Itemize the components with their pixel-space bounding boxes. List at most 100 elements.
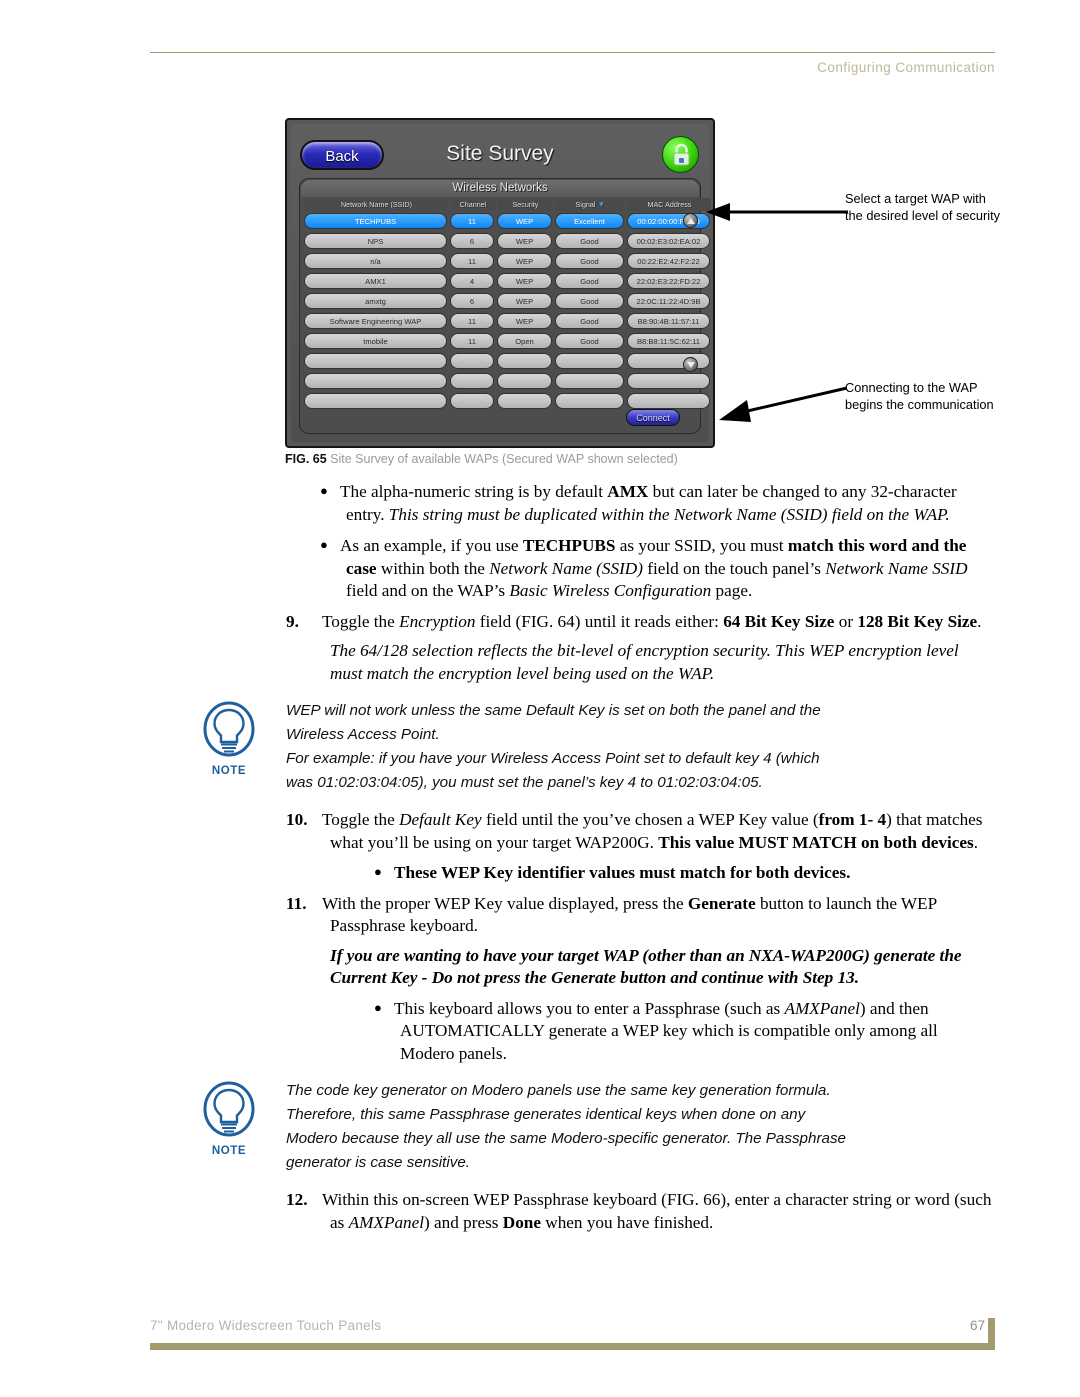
cell-security[interactable] (497, 353, 552, 369)
cell-security[interactable]: WEP (497, 273, 552, 289)
network-row[interactable]: AMX1 4 WEP Good 22:02:E3:22:FD:22 (304, 272, 710, 292)
network-row[interactable] (304, 392, 710, 412)
wireless-networks-list: Wireless Networks Network Name (SSID) Ch… (299, 178, 711, 434)
network-row[interactable]: NPS 6 WEP Good 00:02:E3:02:EA:02 (304, 232, 710, 252)
step-9-p2: field (FIG. 64) until it reads either: (475, 611, 724, 631)
cell-mac[interactable]: 00:22:E2:42:F2:22 (627, 253, 710, 269)
cell-channel[interactable]: 11 (450, 313, 494, 329)
column-header-signal[interactable]: Signal ▼ (556, 198, 625, 211)
cell-channel[interactable]: 11 (450, 333, 494, 349)
padlock-glyph (673, 143, 690, 166)
column-header-mac[interactable]: MAC Address (628, 198, 711, 211)
cell-channel[interactable] (450, 393, 494, 409)
bullet-dot-icon: ● (320, 483, 328, 498)
panel-title: Site Survey (446, 142, 554, 165)
note-2-line3: Modero because they all use the same Mod… (286, 1130, 846, 1147)
cell-security[interactable]: WEP (497, 313, 552, 329)
callout-arrow-top (706, 203, 848, 221)
figure-site-survey: Back Site Survey Wireless Networks Netwo… (285, 118, 715, 448)
step-12-i1: AMXPanel (348, 1212, 425, 1232)
step-10-b2: This value MUST MATCH on both devices (658, 832, 974, 852)
cell-signal[interactable] (555, 393, 624, 409)
network-row[interactable] (304, 352, 710, 372)
cell-channel[interactable]: 6 (450, 293, 494, 309)
cell-channel[interactable]: 11 (450, 213, 494, 229)
cell-signal[interactable]: Good (555, 333, 624, 349)
figure-number: FIG. 65 (285, 452, 327, 466)
cell-signal[interactable]: Good (555, 253, 624, 269)
bullet-passphrase-keyboard: ● This keyboard allows you to enter a Pas… (0, 997, 1080, 1066)
cell-mac[interactable]: 00:02:E3:02:EA:02 (627, 233, 710, 249)
network-row[interactable] (304, 372, 710, 392)
cell-security[interactable]: Open (497, 333, 552, 349)
sort-descending-caret-icon[interactable]: ▼ (598, 200, 606, 209)
cell-channel[interactable]: 4 (450, 273, 494, 289)
step-12-number: 12. (286, 1190, 308, 1209)
cell-signal[interactable]: Good (555, 233, 624, 249)
column-header-ssid[interactable]: Network Name (SSID) (305, 198, 448, 211)
step-11-bolditalic: If you are wanting to have your target W… (330, 945, 962, 988)
cell-ssid[interactable] (304, 393, 447, 409)
cell-signal[interactable] (555, 353, 624, 369)
cell-security[interactable]: WEP (497, 233, 552, 249)
network-row[interactable]: tmobile 11 Open Good B8:B8:11:5C:62:11 (304, 332, 710, 352)
network-row[interactable]: Software Engineering WAP 11 WEP Good B8:90:4… (304, 312, 710, 332)
footer-rule (150, 1343, 995, 1350)
cell-ssid[interactable] (304, 373, 447, 389)
step-11-number: 11. (286, 893, 307, 913)
cell-signal[interactable]: Good (555, 273, 624, 289)
bullet-2-p5: field and on the WAP’s (346, 581, 510, 600)
cell-ssid[interactable] (304, 353, 447, 369)
cell-ssid[interactable]: Software Engineering WAP (304, 313, 447, 329)
callout-select-target-wap: Select a target WAP with the desired lev… (845, 191, 1001, 223)
cell-ssid[interactable]: amxtg (304, 293, 447, 309)
bullet-2-p1: As an example, if you use (340, 536, 523, 555)
touch-panel-screen: Back Site Survey Wireless Networks Netwo… (291, 124, 711, 442)
bullet-2-i1: Network Name (SSID) (489, 558, 643, 578)
network-row[interactable]: TECHPUBS 11 WEP Excellent 00:02:00:00:FB:00 (304, 212, 710, 232)
cell-mac[interactable]: 22:02:E3:22:FD:22 (627, 273, 710, 289)
cell-channel[interactable]: 6 (450, 233, 494, 249)
cell-ssid[interactable]: NPS (304, 233, 447, 249)
cell-ssid[interactable]: TECHPUBS (304, 213, 447, 229)
cell-signal[interactable] (555, 373, 624, 389)
scroll-up-arrow-icon[interactable] (683, 213, 698, 228)
cell-mac[interactable]: 22:0C:11:22:4D:9B (627, 293, 710, 309)
cell-signal[interactable]: Good (555, 293, 624, 309)
cell-signal[interactable]: Good (555, 313, 624, 329)
note-1-line1: WEP will not work unless the same Defaul… (286, 702, 821, 719)
footer-page-number: 67 (969, 1318, 985, 1333)
cell-security[interactable] (497, 373, 552, 389)
cell-mac[interactable]: B8:B8:11:5C:62:11 (627, 333, 710, 349)
column-header-security[interactable]: Security (498, 198, 553, 211)
cell-channel[interactable] (450, 353, 494, 369)
step-10-p4: . (973, 832, 979, 852)
cell-ssid[interactable]: tmobile (304, 333, 447, 349)
cell-mac[interactable]: B8:90:4B:11:57:11 (627, 313, 710, 329)
cell-security[interactable] (497, 393, 552, 409)
bullet-3-bold: These WEP Key identifier values must mat… (394, 863, 851, 882)
cell-security[interactable]: WEP (497, 293, 552, 309)
cell-signal[interactable]: Excellent (555, 213, 624, 229)
padlock-icon (662, 136, 699, 173)
figure-caption-text: Site Survey of available WAPs (Secured W… (330, 452, 678, 466)
note-2-line4: generator is case sensitive. (286, 1154, 471, 1171)
step-9-p1: Toggle the (322, 611, 400, 631)
cell-security[interactable]: WEP (497, 213, 552, 229)
network-row[interactable]: amxtg 6 WEP Good 22:0C:11:22:4D:9B (304, 292, 710, 312)
body-content: ● The alpha-numeric string is by default … (0, 480, 1080, 1241)
bullet-2-p2: as your SSID, you must (615, 536, 788, 555)
column-header-channel[interactable]: Channel (451, 198, 495, 211)
network-rows: TECHPUBS 11 WEP Excellent 00:02:00:00:FB:00 N… (304, 212, 710, 412)
cell-security[interactable]: WEP (497, 253, 552, 269)
cell-channel[interactable] (450, 373, 494, 389)
scroll-down-arrow-icon[interactable] (683, 357, 698, 372)
cell-ssid[interactable]: n/a (304, 253, 447, 269)
cell-ssid[interactable]: AMX1 (304, 273, 447, 289)
figure-caption: FIG. 65 Site Survey of available WAPs (S… (285, 452, 985, 466)
cell-channel[interactable]: 11 (450, 253, 494, 269)
bullet-techpubs-example: ● As an example, if you use TECHPUBS as y… (0, 534, 1080, 603)
note-1-line2: Wireless Access Point. (286, 726, 440, 743)
network-row[interactable]: n/a 11 WEP Good 00:22:E2:42:F2:22 (304, 252, 710, 272)
connect-button[interactable]: Connect (626, 409, 680, 426)
